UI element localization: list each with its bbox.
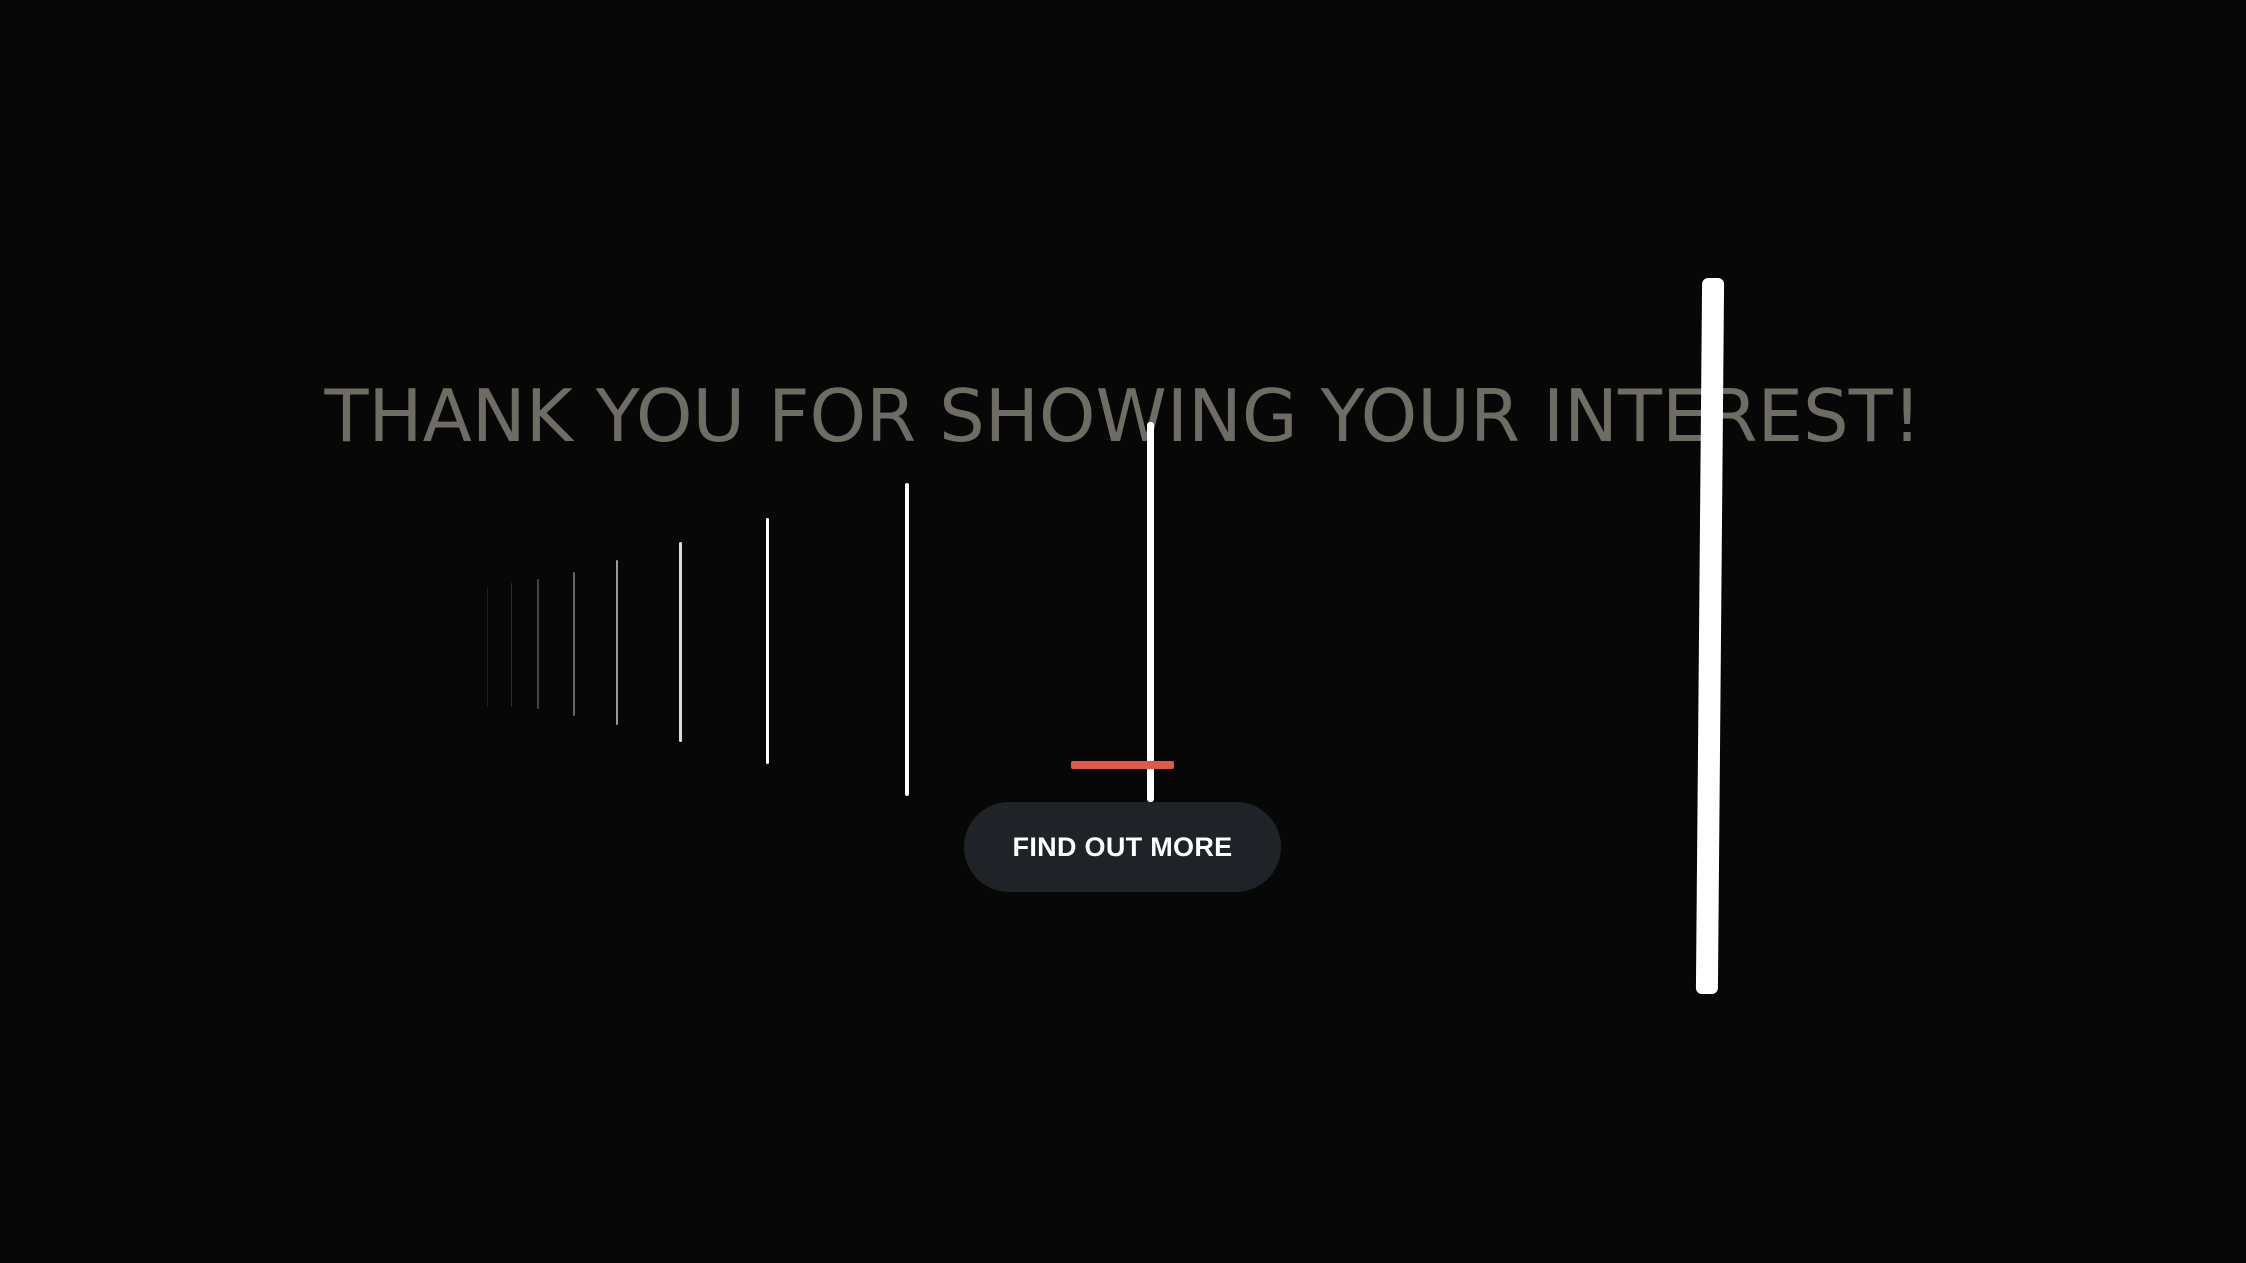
- light-line-9: [1147, 422, 1154, 802]
- accent-underline: [1071, 761, 1174, 769]
- light-line-8: [905, 483, 909, 796]
- page-title: THANK YOU FOR SHOWING YOUR INTEREST!: [324, 374, 1922, 458]
- find-out-more-button[interactable]: FIND OUT MORE: [964, 802, 1281, 892]
- light-line-3: [537, 579, 539, 709]
- thank-you-screen: THANK YOU FOR SHOWING YOUR INTEREST! FIN…: [0, 0, 2246, 1263]
- light-line-1: [487, 587, 488, 707]
- light-line-7: [766, 518, 769, 764]
- light-line-5: [616, 560, 618, 725]
- light-line-2: [511, 583, 512, 707]
- light-line-6: [679, 542, 682, 742]
- light-line-4: [573, 572, 575, 716]
